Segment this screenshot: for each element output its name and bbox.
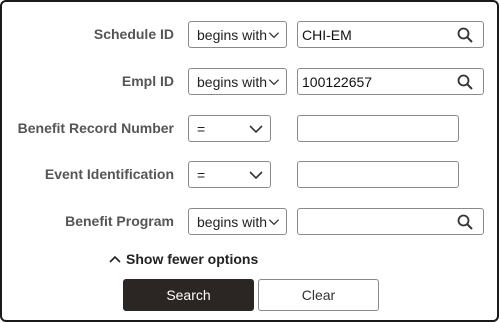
empl-id-operator-value: begins with (197, 73, 268, 90)
chevron-down-icon (268, 218, 280, 225)
schedule-id-input-value: CHI-EM (302, 26, 352, 43)
search-icon[interactable] (457, 74, 473, 90)
benefit-program-operator-select[interactable]: begins with (188, 208, 287, 235)
chevron-down-icon (268, 31, 280, 38)
benefit-record-number-label: Benefit Record Number (17, 120, 174, 136)
benefit-record-number-input[interactable] (297, 115, 459, 142)
chevron-down-icon (268, 78, 280, 85)
empl-id-label: Empl ID (121, 73, 174, 89)
empl-id-input-value: 100122657 (302, 73, 373, 90)
event-identification-input[interactable] (297, 161, 459, 188)
chevron-up-icon (109, 255, 121, 263)
benefit-program-operator-value: begins with (197, 213, 268, 230)
search-button[interactable]: Search (123, 279, 254, 311)
schedule-id-input[interactable]: CHI-EM (297, 21, 484, 48)
chevron-down-icon (249, 124, 263, 133)
schedule-id-operator-select[interactable]: begins with (188, 21, 287, 48)
benefit-record-number-operator-select[interactable]: = (188, 115, 271, 142)
chevron-down-icon (249, 170, 263, 179)
schedule-id-operator-value: begins with (197, 26, 268, 43)
search-icon[interactable] (457, 214, 473, 230)
event-identification-operator-value: = (197, 166, 206, 183)
benefit-record-number-operator-value: = (197, 120, 206, 137)
empl-id-input[interactable]: 100122657 (297, 68, 484, 95)
show-fewer-options-label: Show fewer options (126, 251, 259, 267)
clear-button[interactable]: Clear (258, 279, 379, 311)
event-identification-label: Event Identification (44, 166, 174, 182)
benefit-program-input[interactable] (297, 208, 484, 235)
event-identification-operator-select[interactable]: = (188, 161, 271, 188)
show-fewer-options-toggle[interactable]: Show fewer options (108, 251, 258, 267)
empl-id-operator-select[interactable]: begins with (188, 68, 287, 95)
search-criteria-panel: Schedule ID begins with CHI-EM Empl ID b… (0, 0, 499, 322)
search-icon[interactable] (457, 27, 473, 43)
schedule-id-label: Schedule ID (93, 26, 174, 42)
benefit-program-label: Benefit Program (65, 213, 174, 229)
